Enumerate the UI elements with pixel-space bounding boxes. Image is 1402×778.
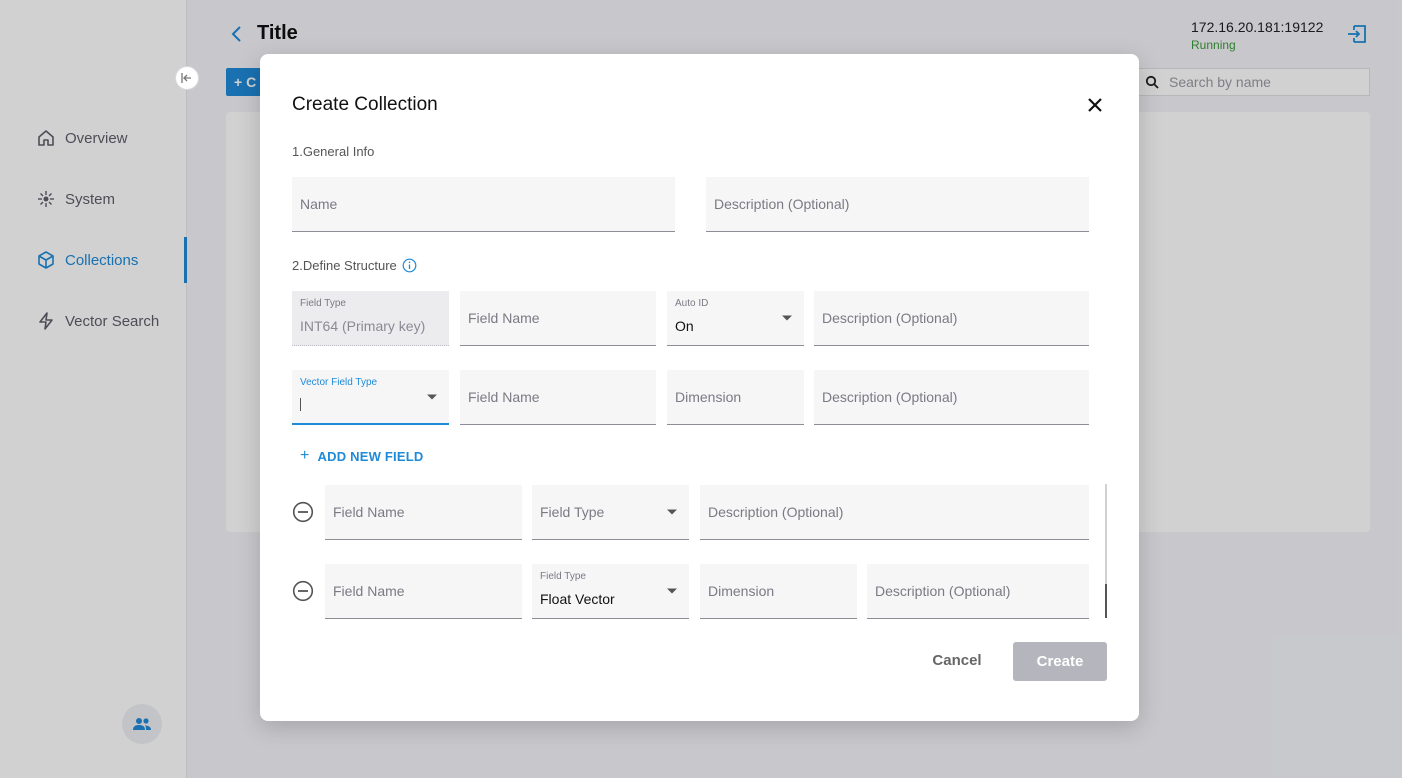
plus-icon: + bbox=[300, 447, 310, 464]
dropdown-arrow-icon bbox=[667, 588, 677, 594]
description-placeholder: Description (Optional) bbox=[875, 583, 1011, 599]
remove-field-icon[interactable] bbox=[292, 580, 314, 607]
primary-field-description[interactable]: Description (Optional) bbox=[814, 291, 1089, 346]
text-cursor bbox=[300, 398, 301, 411]
info-icon[interactable] bbox=[402, 258, 417, 273]
extra-field-type-select[interactable]: Field Type Float Vector bbox=[532, 564, 689, 619]
vector-dimension-field[interactable]: Dimension bbox=[667, 370, 804, 425]
extra-field-description[interactable]: Description (Optional) bbox=[700, 485, 1089, 540]
name-field[interactable]: Name bbox=[292, 177, 675, 232]
vector-field-name[interactable]: Field Name bbox=[460, 370, 656, 425]
description-placeholder: Description (Optional) bbox=[822, 389, 958, 405]
dimension-placeholder: Dimension bbox=[675, 389, 742, 405]
collapse-sidebar-button[interactable] bbox=[175, 66, 199, 90]
dropdown-arrow-icon bbox=[667, 509, 677, 515]
auto-id-select[interactable]: Auto ID On bbox=[667, 291, 804, 346]
dropdown-arrow-icon bbox=[782, 315, 792, 321]
vector-field-type-label: Vector Field Type bbox=[300, 377, 378, 388]
auto-id-label: Auto ID bbox=[675, 298, 709, 309]
field-type-value: INT64 (Primary key) bbox=[300, 318, 426, 334]
vector-field-description[interactable]: Description (Optional) bbox=[814, 370, 1089, 425]
auto-id-value: On bbox=[675, 318, 694, 334]
dimension-placeholder: Dimension bbox=[708, 583, 775, 599]
field-type-label: Field Type bbox=[540, 571, 586, 582]
vector-field-type-select[interactable]: Vector Field Type bbox=[292, 370, 449, 425]
field-type-placeholder: Field Type bbox=[540, 504, 605, 520]
add-new-field-button[interactable]: + ADD NEW FIELD bbox=[300, 447, 423, 465]
dropdown-arrow-icon bbox=[427, 394, 437, 399]
create-button[interactable]: Create bbox=[1013, 642, 1107, 681]
field-name-placeholder: Field Name bbox=[468, 310, 540, 326]
name-placeholder: Name bbox=[300, 196, 338, 212]
field-name-placeholder: Field Name bbox=[468, 389, 540, 405]
section-define-structure-label: 2.Define Structure bbox=[292, 258, 397, 273]
field-type-label: Field Type bbox=[300, 298, 346, 309]
remove-field-icon[interactable] bbox=[292, 501, 314, 528]
dialog-title: Create Collection bbox=[292, 94, 438, 115]
extra-dimension-field[interactable]: Dimension bbox=[700, 564, 857, 619]
description-placeholder: Description (Optional) bbox=[714, 196, 850, 212]
extra-field-description[interactable]: Description (Optional) bbox=[867, 564, 1089, 619]
description-placeholder: Description (Optional) bbox=[708, 504, 844, 520]
create-collection-dialog: Create Collection 1.General Info Name De… bbox=[260, 54, 1139, 721]
add-field-label: ADD NEW FIELD bbox=[317, 448, 424, 464]
cancel-button[interactable]: Cancel bbox=[926, 648, 988, 674]
extra-field-name[interactable]: Field Name bbox=[325, 485, 522, 540]
collapse-icon bbox=[181, 73, 191, 83]
field-name-placeholder: Field Name bbox=[333, 583, 405, 599]
description-placeholder: Description (Optional) bbox=[822, 310, 958, 326]
section-define-structure: 2.Define Structure bbox=[292, 258, 417, 273]
section-general-info: 1.General Info bbox=[292, 144, 375, 159]
primary-field-name[interactable]: Field Name bbox=[460, 291, 656, 346]
field-type-value: Float Vector bbox=[540, 591, 615, 607]
scrollbar-thumb[interactable] bbox=[1105, 584, 1107, 618]
primary-field-type: Field Type INT64 (Primary key) bbox=[292, 291, 449, 346]
close-icon[interactable] bbox=[1086, 96, 1104, 119]
field-name-placeholder: Field Name bbox=[333, 504, 405, 520]
description-field[interactable]: Description (Optional) bbox=[706, 177, 1089, 232]
extra-field-name[interactable]: Field Name bbox=[325, 564, 522, 619]
extra-field-type-select[interactable]: Field Type bbox=[532, 485, 689, 540]
